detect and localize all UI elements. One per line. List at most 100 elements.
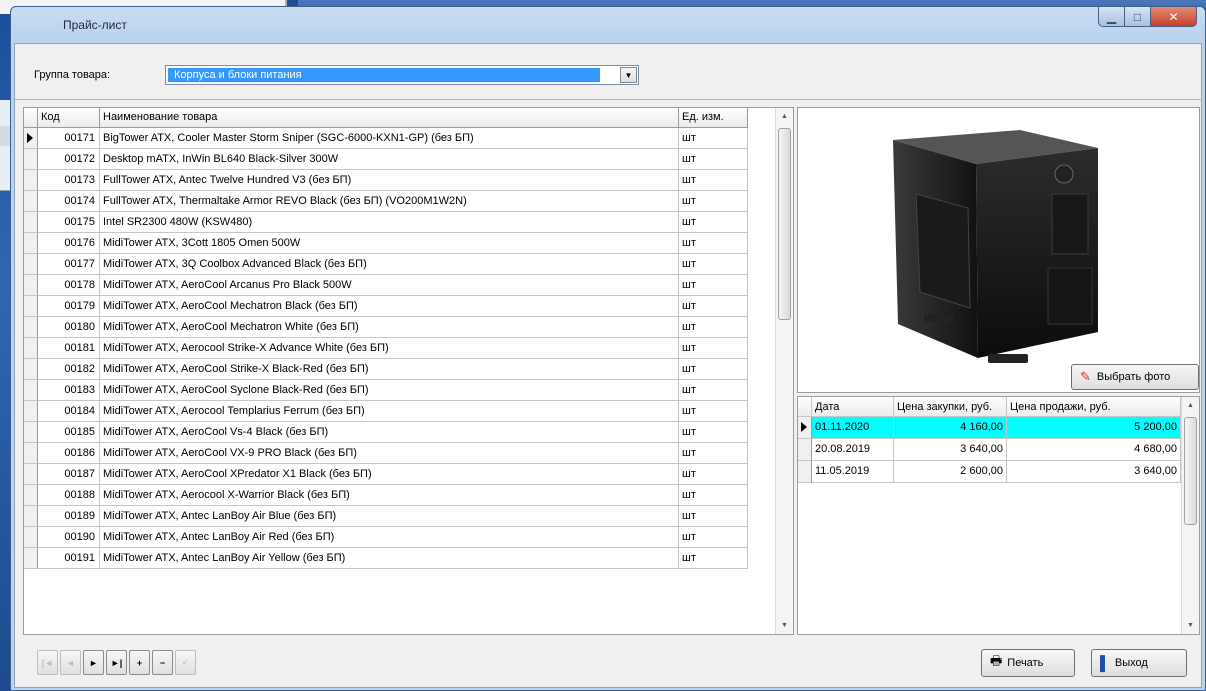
row-indicator[interactable] xyxy=(24,296,38,317)
scroll-up-icon[interactable]: ▲ xyxy=(776,108,793,125)
choose-photo-button[interactable]: ✎ Выбрать фото xyxy=(1071,364,1199,390)
row-indicator[interactable] xyxy=(24,401,38,422)
cell-purchase-price[interactable]: 2 600,00 xyxy=(894,461,1007,483)
cell-code[interactable]: 00188 xyxy=(38,485,100,506)
row-indicator[interactable] xyxy=(24,359,38,380)
cell-unit[interactable]: шт xyxy=(679,296,748,317)
exit-button[interactable]: ▌ Выход xyxy=(1091,649,1187,677)
column-header-unit[interactable]: Ед. изм. xyxy=(679,108,748,128)
cell-name[interactable]: MidiTower ATX, Antec LanBoy Air Red (без… xyxy=(100,527,679,548)
table-row[interactable]: 00171 BigTower ATX, Cooler Master Storm S… xyxy=(24,128,748,149)
row-indicator[interactable] xyxy=(24,380,38,401)
cell-code[interactable]: 00178 xyxy=(38,275,100,296)
cell-name[interactable]: FullTower ATX, Antec Twelve Hundred V3 (… xyxy=(100,170,679,191)
cell-unit[interactable]: шт xyxy=(679,191,748,212)
cell-date[interactable]: 01.11.2020 xyxy=(812,417,894,439)
cell-purchase-price[interactable]: 3 640,00 xyxy=(894,439,1007,461)
cell-name[interactable]: MidiTower ATX, AeroCool XPredator X1 Bla… xyxy=(100,464,679,485)
cell-unit[interactable]: шт xyxy=(679,422,748,443)
row-indicator[interactable] xyxy=(798,417,812,439)
row-indicator[interactable] xyxy=(24,212,38,233)
row-indicator[interactable] xyxy=(24,422,38,443)
last-button[interactable]: ►| xyxy=(106,650,127,675)
cell-unit[interactable]: шт xyxy=(679,485,748,506)
cell-code[interactable]: 00175 xyxy=(38,212,100,233)
products-scrollbar[interactable]: ▲ ▼ xyxy=(775,108,793,634)
row-indicator[interactable] xyxy=(24,506,38,527)
table-row[interactable]: 00180 MidiTower ATX, AeroCool Mechatron W… xyxy=(24,317,748,338)
column-header-code[interactable]: Код xyxy=(38,108,100,128)
cell-name[interactable]: Desktop mATX, InWin BL640 Black-Silver 3… xyxy=(100,149,679,170)
chevron-down-icon[interactable]: ▼ xyxy=(620,67,637,83)
cell-code[interactable]: 00172 xyxy=(38,149,100,170)
cell-code[interactable]: 00186 xyxy=(38,443,100,464)
cell-code[interactable]: 00171 xyxy=(38,128,100,149)
scroll-down-icon[interactable]: ▼ xyxy=(776,617,793,634)
cell-code[interactable]: 00184 xyxy=(38,401,100,422)
table-row[interactable]: 00185 MidiTower ATX, AeroCool Vs-4 Black … xyxy=(24,422,748,443)
cell-purchase-price[interactable]: 4 160,00 xyxy=(894,417,1007,439)
cell-code[interactable]: 00180 xyxy=(38,317,100,338)
cell-unit[interactable]: шт xyxy=(679,149,748,170)
cell-name[interactable]: MidiTower ATX, Aerocool Templarius Ferru… xyxy=(100,401,679,422)
cell-date[interactable]: 11.05.2019 xyxy=(812,461,894,483)
cell-unit[interactable]: шт xyxy=(679,548,748,569)
row-indicator[interactable] xyxy=(798,439,812,461)
cell-code[interactable]: 00187 xyxy=(38,464,100,485)
table-row[interactable]: 00181 MidiTower ATX, Aerocool Strike-X Ad… xyxy=(24,338,748,359)
cell-name[interactable]: MidiTower ATX, AeroCool Strike-X Black-R… xyxy=(100,359,679,380)
table-row[interactable]: 00179 MidiTower ATX, AeroCool Mechatron B… xyxy=(24,296,748,317)
cell-date[interactable]: 20.08.2019 xyxy=(812,439,894,461)
scroll-thumb[interactable] xyxy=(1184,417,1197,525)
cell-name[interactable]: BigTower ATX, Cooler Master Storm Sniper… xyxy=(100,128,679,149)
row-indicator[interactable] xyxy=(24,485,38,506)
delete-button[interactable]: − xyxy=(152,650,173,675)
table-row[interactable]: 00186 MidiTower ATX, AeroCool VX-9 PRO Bl… xyxy=(24,443,748,464)
cell-code[interactable]: 00183 xyxy=(38,380,100,401)
table-row[interactable]: 00178 MidiTower ATX, AeroCool Arcanus Pro… xyxy=(24,275,748,296)
cell-code[interactable]: 00189 xyxy=(38,506,100,527)
table-row[interactable]: 00177 MidiTower ATX, 3Q Coolbox Advanced … xyxy=(24,254,748,275)
table-row[interactable]: 00176 MidiTower ATX, 3Cott 1805 Omen 500W… xyxy=(24,233,748,254)
first-button[interactable]: |◄ xyxy=(37,650,58,675)
cell-name[interactable]: MidiTower ATX, AeroCool Arcanus Pro Blac… xyxy=(100,275,679,296)
cell-code[interactable]: 00190 xyxy=(38,527,100,548)
products-grid[interactable]: Код Наименование товара Ед. изм. 00171 Bi… xyxy=(23,107,794,635)
cell-unit[interactable]: шт xyxy=(679,338,748,359)
row-indicator[interactable] xyxy=(24,527,38,548)
column-header-purchase[interactable]: Цена закупки, руб. xyxy=(894,397,1007,417)
cell-name[interactable]: MidiTower ATX, 3Q Coolbox Advanced Black… xyxy=(100,254,679,275)
table-row[interactable]: 00189 MidiTower ATX, Antec LanBoy Air Blu… xyxy=(24,506,748,527)
cell-unit[interactable]: шт xyxy=(679,464,748,485)
cell-name[interactable]: MidiTower ATX, 3Cott 1805 Omen 500W xyxy=(100,233,679,254)
row-indicator[interactable] xyxy=(24,149,38,170)
table-row[interactable]: 01.11.2020 4 160,00 5 200,00 xyxy=(798,417,1181,439)
row-indicator[interactable] xyxy=(24,191,38,212)
row-indicator[interactable] xyxy=(24,275,38,296)
cell-name[interactable]: MidiTower ATX, AeroCool Mechatron White … xyxy=(100,317,679,338)
cell-unit[interactable]: шт xyxy=(679,212,748,233)
cell-code[interactable]: 00174 xyxy=(38,191,100,212)
row-indicator[interactable] xyxy=(24,233,38,254)
scroll-up-icon[interactable]: ▲ xyxy=(1182,397,1199,414)
table-row[interactable]: 00183 MidiTower ATX, AeroCool Syclone Bla… xyxy=(24,380,748,401)
cell-code[interactable]: 00191 xyxy=(38,548,100,569)
cell-name[interactable]: Intel SR2300 480W (KSW480) xyxy=(100,212,679,233)
cell-code[interactable]: 00181 xyxy=(38,338,100,359)
cell-unit[interactable]: шт xyxy=(679,128,748,149)
cell-unit[interactable]: шт xyxy=(679,380,748,401)
column-header-name[interactable]: Наименование товара xyxy=(100,108,679,128)
cell-unit[interactable]: шт xyxy=(679,506,748,527)
table-row[interactable]: 00191 MidiTower ATX, Antec LanBoy Air Yel… xyxy=(24,548,748,569)
cell-code[interactable]: 00182 xyxy=(38,359,100,380)
row-indicator[interactable] xyxy=(24,443,38,464)
table-row[interactable]: 00172 Desktop mATX, InWin BL640 Black-Sil… xyxy=(24,149,748,170)
table-row[interactable]: 00175 Intel SR2300 480W (KSW480) шт xyxy=(24,212,748,233)
row-indicator[interactable] xyxy=(24,338,38,359)
table-row[interactable]: 11.05.2019 2 600,00 3 640,00 xyxy=(798,461,1181,483)
row-indicator[interactable] xyxy=(24,317,38,338)
cell-code[interactable]: 00176 xyxy=(38,233,100,254)
cell-unit[interactable]: шт xyxy=(679,401,748,422)
title-bar[interactable]: Прайс-лист ▁ □ ✕ xyxy=(11,7,1205,43)
cell-code[interactable]: 00173 xyxy=(38,170,100,191)
